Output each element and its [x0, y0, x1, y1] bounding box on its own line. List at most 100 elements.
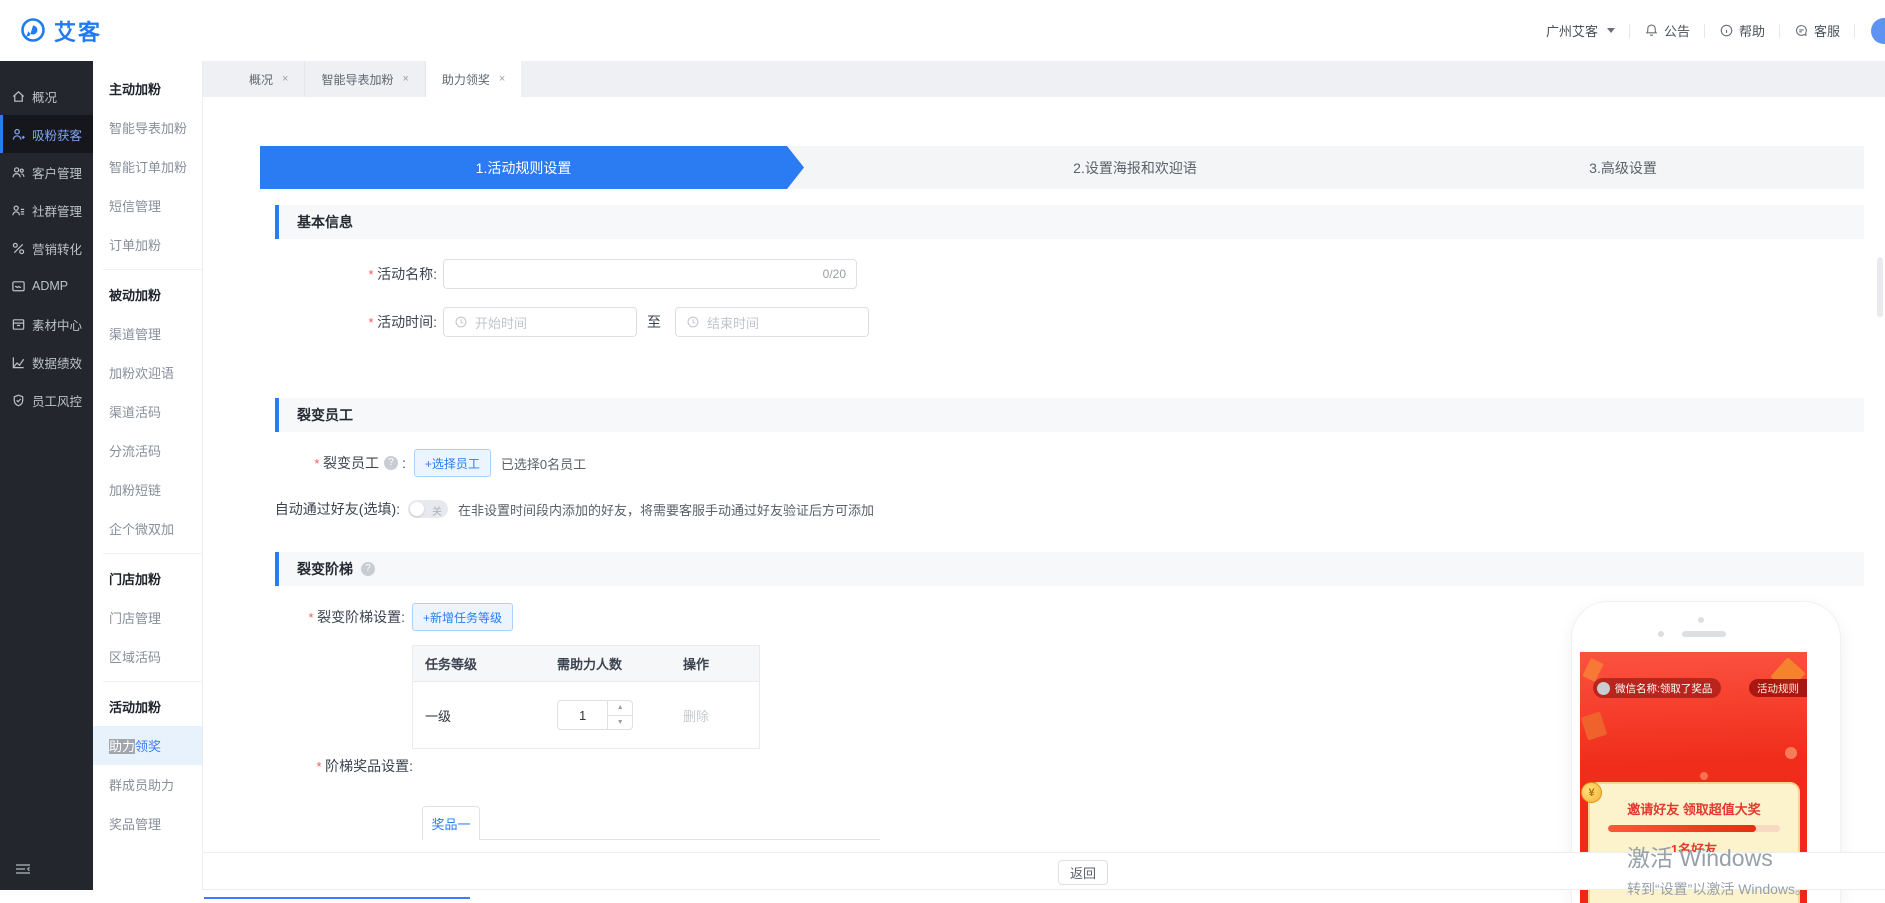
- section-title: 裂变员工: [297, 405, 353, 425]
- char-counter: 0/20: [823, 267, 846, 281]
- bell-icon: [1644, 23, 1659, 38]
- tab-bar: 概况 智能导表加粉 助力领奖: [203, 61, 1885, 97]
- chat-bubble-icon: [1794, 23, 1809, 38]
- auto-pass-toggle[interactable]: 关: [408, 500, 448, 518]
- sidebar-item-data-performance[interactable]: 数据绩效: [0, 343, 93, 381]
- column-header: 需助力人数: [557, 654, 683, 673]
- helper-count-stepper[interactable]: 1 ▲ ▼: [557, 700, 633, 730]
- submenu-item-short-link[interactable]: 加粉短链: [93, 470, 202, 509]
- divider: [1629, 24, 1630, 38]
- sidebar-item-overview[interactable]: 概况: [0, 77, 93, 115]
- submenu-item-boost-prize[interactable]: 助力领奖: [93, 726, 202, 765]
- ladder-table: 任务等级 需助力人数 操作 一级 1 ▲ ▼: [412, 645, 760, 749]
- activity-name-row: 活动名称: 0/20: [203, 259, 857, 289]
- divider: [103, 553, 202, 554]
- submenu-item-order-add[interactable]: 订单加粉: [93, 225, 202, 264]
- sidebar-item-admp[interactable]: ADMP: [0, 267, 93, 305]
- add-task-level-button[interactable]: +新增任务等级: [412, 603, 513, 631]
- service-label: 客服: [1814, 21, 1840, 40]
- loading-bar-artifact: [204, 897, 470, 899]
- divider: [1854, 24, 1855, 38]
- prize-tab-1[interactable]: 奖品一: [422, 806, 480, 840]
- submenu-item-smart-order[interactable]: 智能订单加粉: [93, 147, 202, 186]
- sidebar-collapse-button[interactable]: [14, 860, 32, 878]
- help-circle-icon[interactable]: [384, 456, 398, 470]
- submenu-item-welcome-msg[interactable]: 加粉欢迎语: [93, 353, 202, 392]
- sidebar-item-label: 素材中心: [32, 315, 82, 334]
- footer-bar: 返回: [203, 852, 1885, 890]
- activity-rules-button[interactable]: 活动规则: [1749, 679, 1807, 697]
- material-icon: [11, 317, 26, 332]
- admp-icon: [11, 279, 26, 294]
- coin-icon: ¥: [1581, 782, 1602, 803]
- logo-icon: [18, 16, 48, 46]
- submenu-item-group-boost[interactable]: 群成员助力: [93, 765, 202, 804]
- end-time-input[interactable]: 结束时间: [675, 307, 869, 337]
- fission-staff-label: 裂变员工: [203, 453, 379, 473]
- help-circle-icon[interactable]: [361, 562, 375, 576]
- announcement-button[interactable]: 公告: [1644, 21, 1690, 40]
- divider: [103, 269, 202, 270]
- tab-close-icon[interactable]: [402, 74, 408, 85]
- submenu-item-prize-mgmt[interactable]: 奖品管理: [93, 804, 202, 843]
- help-label: 帮助: [1739, 21, 1765, 40]
- submenu-item-store-mgmt[interactable]: 门店管理: [93, 598, 202, 637]
- activity-time-row: 活动时间: 开始时间 至 结束时间: [203, 307, 869, 337]
- tab-label: 概况: [249, 71, 273, 88]
- step-2[interactable]: 2.设置海报和欢迎语: [1073, 146, 1197, 189]
- submenu-item-region-qr[interactable]: 区域活码: [93, 637, 202, 676]
- prize-setting-label: 阶梯奖品设置:: [203, 756, 413, 776]
- help-button[interactable]: 帮助: [1719, 21, 1765, 40]
- tab-smart-sheet[interactable]: 智能导表加粉: [305, 61, 425, 97]
- select-staff-button[interactable]: +选择员工: [414, 449, 491, 477]
- stepper-up-icon[interactable]: ▲: [608, 701, 632, 716]
- brand-logo[interactable]: 艾客: [18, 15, 102, 47]
- submenu-group-passive-add: 被动加粉: [93, 275, 202, 314]
- shield-icon: [11, 393, 26, 408]
- text-selection: 助力: [109, 739, 135, 754]
- stepper-down-icon[interactable]: ▼: [608, 716, 632, 730]
- submenu-item-dual-add[interactable]: 企个微双加: [93, 509, 202, 548]
- step-wizard: 1.活动规则设置 2.设置海报和欢迎语 3.高级设置: [260, 146, 1864, 189]
- prize-setting-row: 阶梯奖品设置:: [203, 746, 413, 776]
- sidebar-item-staff-risk[interactable]: 员工风控: [0, 381, 93, 419]
- tab-boost-prize[interactable]: 助力领奖: [426, 61, 521, 97]
- submenu-item-channel-mgmt[interactable]: 渠道管理: [93, 314, 202, 353]
- auto-pass-row: 自动通过好友(选填): 关 在非设置时间段内添加的好友，将需要客服手动通过好友验…: [203, 499, 874, 519]
- scrollbar-thumb[interactable]: [1877, 257, 1883, 317]
- sidebar-item-fans-acquisition[interactable]: 吸粉获客: [0, 115, 93, 153]
- delete-action[interactable]: 删除: [683, 706, 759, 725]
- step-3[interactable]: 3.高级设置: [1589, 146, 1657, 189]
- submenu-item-sms[interactable]: 短信管理: [93, 186, 202, 225]
- progress-bar: [1608, 825, 1780, 832]
- submenu-item-channel-qr[interactable]: 渠道活码: [93, 392, 202, 431]
- divider: [1779, 24, 1780, 38]
- tab-close-icon[interactable]: [282, 74, 288, 85]
- tab-overview[interactable]: 概况: [233, 61, 305, 97]
- submenu-item-smart-sheet[interactable]: 智能导表加粉: [93, 108, 202, 147]
- org-switcher[interactable]: 广州艾客: [1546, 21, 1615, 40]
- placeholder-text: 结束时间: [707, 313, 759, 332]
- ladder-setting-label: 裂变阶梯设置:: [203, 607, 405, 627]
- tab-underline: [422, 839, 880, 840]
- step-1-active[interactable]: 1.活动规则设置: [260, 146, 804, 189]
- nickname-text: 微信名称:领取了奖品: [1615, 681, 1712, 696]
- sidebar-item-community-management[interactable]: 社群管理: [0, 191, 93, 229]
- conversion-icon: [11, 241, 26, 256]
- back-button[interactable]: 返回: [1058, 860, 1108, 885]
- avatar[interactable]: [1871, 18, 1885, 44]
- service-button[interactable]: 客服: [1794, 21, 1840, 40]
- divider: [1704, 24, 1705, 38]
- sidebar-item-marketing-conversion[interactable]: 营销转化: [0, 229, 93, 267]
- sidebar-item-label: 员工风控: [32, 391, 82, 410]
- top-header: 艾客 广州艾客 公告 帮助: [0, 0, 1885, 61]
- sidebar-item-customer-management[interactable]: 客户管理: [0, 153, 93, 191]
- submenu-item-split-qr[interactable]: 分流活码: [93, 431, 202, 470]
- sidebar-item-material-center[interactable]: 素材中心: [0, 305, 93, 343]
- sidebar-item-label: 社群管理: [32, 201, 82, 220]
- stepper-value[interactable]: 1: [558, 701, 607, 729]
- tab-close-icon[interactable]: [499, 74, 505, 85]
- section-fission-staff: 裂变员工: [275, 398, 1864, 432]
- activity-name-input[interactable]: 0/20: [443, 259, 857, 289]
- start-time-input[interactable]: 开始时间: [443, 307, 637, 337]
